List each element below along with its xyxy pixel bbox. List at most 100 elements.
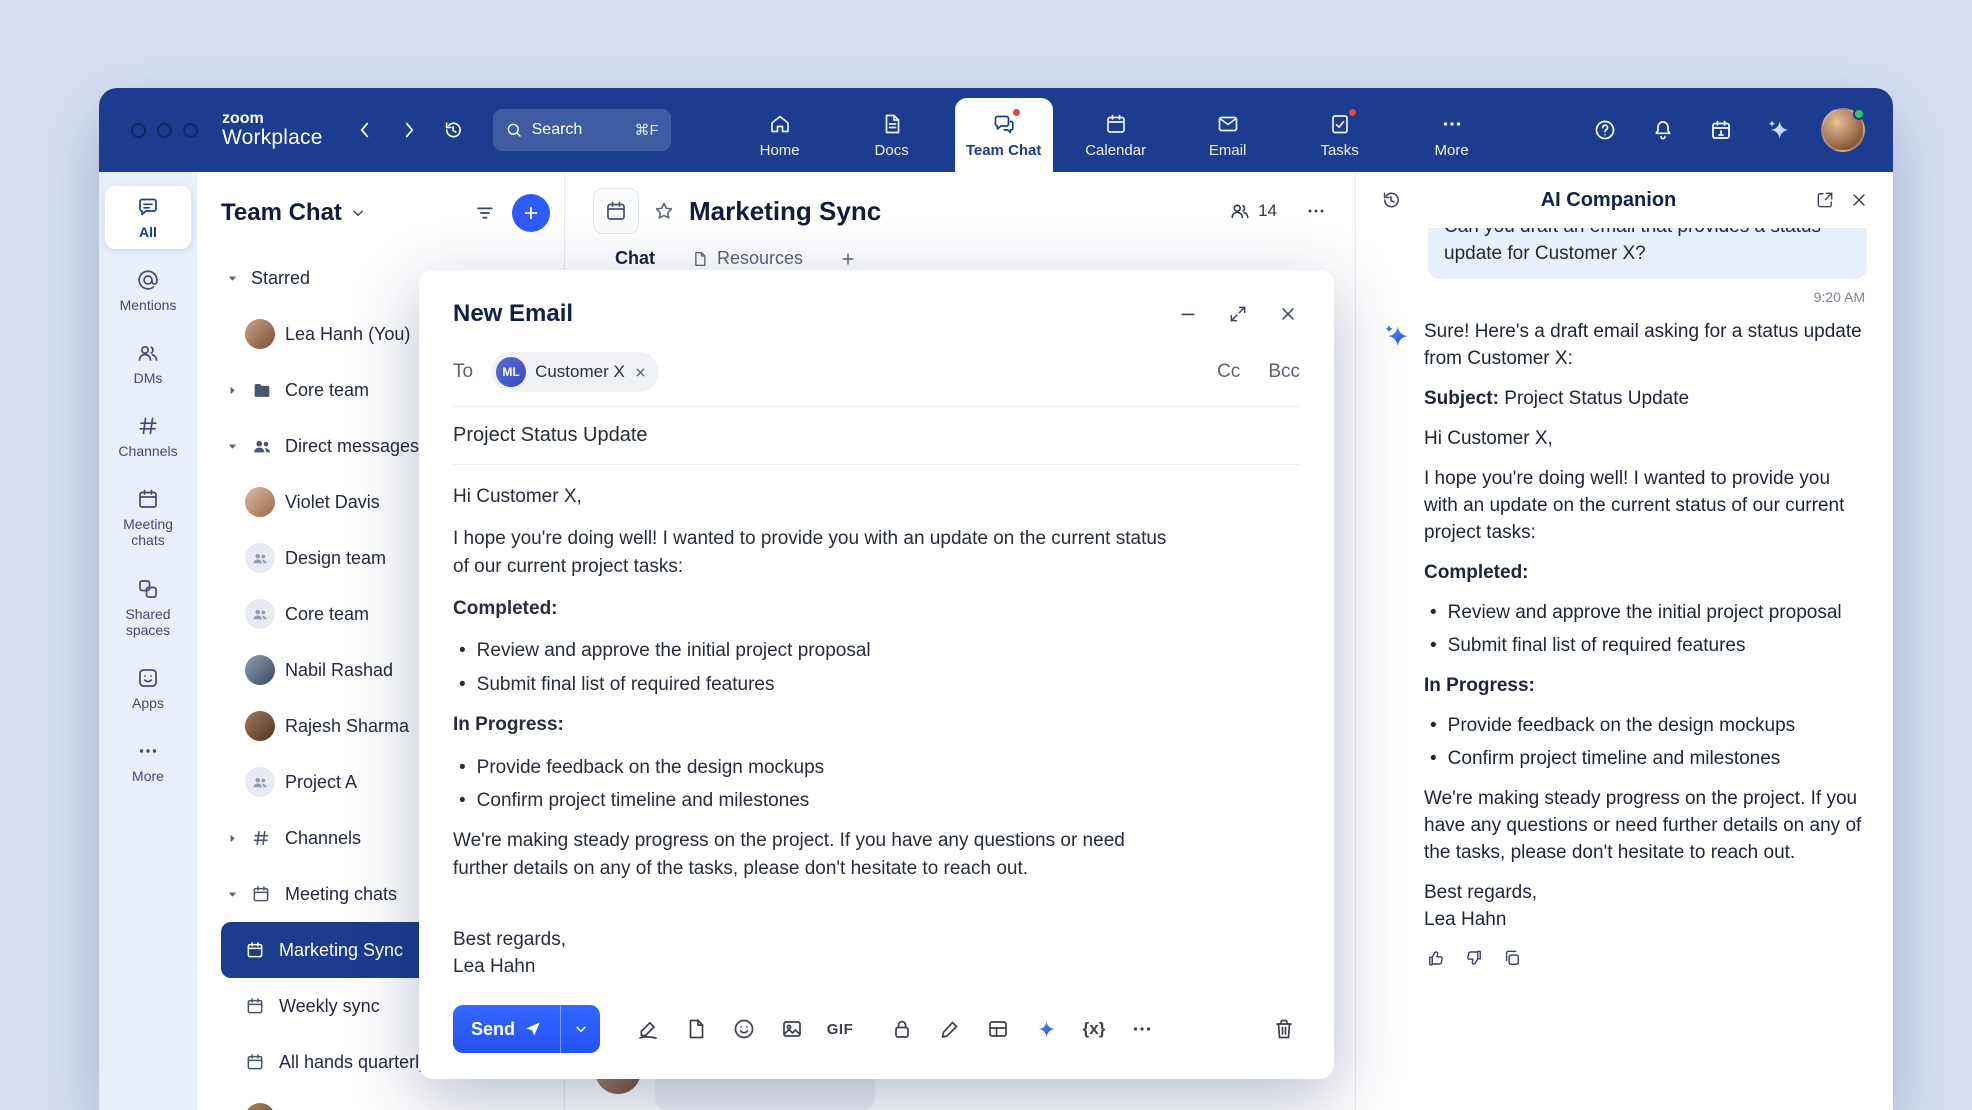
- encrypt-button[interactable]: [882, 1009, 922, 1049]
- panel-title-dropdown[interactable]: [350, 205, 366, 221]
- chat-row-lea-rajesh[interactable]: Lea/Rajesh 1:1: [221, 1090, 550, 1110]
- template-button[interactable]: [676, 1009, 716, 1049]
- ai-inprogress-heading: In Progress:: [1424, 673, 1867, 700]
- rail-item-shared-spaces[interactable]: Shared spaces: [105, 568, 191, 647]
- ai-history-button[interactable]: [1380, 189, 1402, 211]
- back-button[interactable]: [349, 114, 381, 146]
- layout-icon: [986, 1017, 1010, 1041]
- more-tools-button[interactable]: [1122, 1009, 1162, 1049]
- rail-item-dms[interactable]: DMs: [105, 332, 191, 395]
- nav-tasks[interactable]: Tasks: [1291, 98, 1389, 172]
- minimize-button[interactable]: [1178, 304, 1198, 324]
- plus-icon: [839, 250, 857, 268]
- close-email-button[interactable]: [1278, 304, 1298, 324]
- nav-email[interactable]: Email: [1179, 98, 1277, 172]
- help-button[interactable]: [1589, 114, 1621, 146]
- nav-home[interactable]: Home: [731, 98, 829, 172]
- rail-item-mentions[interactable]: Mentions: [105, 259, 191, 322]
- tab-add-button[interactable]: [839, 250, 857, 268]
- insert-image-button[interactable]: [772, 1009, 812, 1049]
- subject-field[interactable]: Project Status Update: [419, 407, 1334, 464]
- top-bar: zoom Workplace Search ⌘F Home Docs: [99, 88, 1893, 172]
- calendar-shortcut-button[interactable]: [1705, 114, 1737, 146]
- emoji-button[interactable]: [724, 1009, 764, 1049]
- forward-button[interactable]: [393, 114, 425, 146]
- cc-button[interactable]: Cc: [1217, 361, 1240, 383]
- gif-button[interactable]: GIF: [820, 1009, 860, 1049]
- signature-button[interactable]: [628, 1009, 668, 1049]
- rail-item-channels[interactable]: Channels: [105, 405, 191, 468]
- variables-button[interactable]: {x}: [1074, 1009, 1114, 1049]
- caret-down-icon[interactable]: [223, 272, 241, 285]
- send-options-button[interactable]: [560, 1005, 600, 1053]
- people-icon: [136, 341, 160, 365]
- discard-button[interactable]: [1264, 1009, 1304, 1049]
- ai-subject-line: Subject: Project Status Update: [1424, 386, 1867, 413]
- ai-close-button[interactable]: [1849, 190, 1869, 210]
- apps-icon: [136, 666, 160, 690]
- caret-right-icon[interactable]: [223, 832, 241, 845]
- main-navigation: Home Docs Team Chat Calendar Email: [731, 88, 1501, 172]
- tab-resources[interactable]: Resources: [691, 248, 803, 269]
- nav-more[interactable]: More: [1403, 98, 1501, 172]
- filter-button[interactable]: [474, 202, 496, 224]
- filter-icon: [474, 202, 496, 224]
- ai-companion-button[interactable]: [1763, 114, 1795, 146]
- layout-button[interactable]: [978, 1009, 1018, 1049]
- bullet-item: Confirm project timeline and milestones: [1430, 746, 1867, 773]
- nav-label: Tasks: [1320, 142, 1358, 159]
- search-input[interactable]: Search ⌘F: [493, 109, 671, 151]
- window-minimize-button[interactable]: [157, 123, 172, 138]
- user-avatar[interactable]: [1821, 108, 1865, 152]
- nav-docs[interactable]: Docs: [843, 98, 941, 172]
- ai-completed-list: Review and approve the initial project p…: [1430, 600, 1867, 660]
- signature-icon: [636, 1017, 660, 1041]
- ai-intro: Sure! Here's a draft email asking for a …: [1424, 319, 1867, 373]
- copy-icon: [1502, 948, 1522, 968]
- notifications-button[interactable]: [1647, 114, 1679, 146]
- plus-icon: [521, 203, 541, 223]
- history-button[interactable]: [437, 114, 469, 146]
- ai-popout-button[interactable]: [1815, 190, 1835, 210]
- recipient-chip[interactable]: ML Customer X: [491, 352, 659, 392]
- rail-item-more[interactable]: More: [105, 730, 191, 793]
- nav-team-chat[interactable]: Team Chat: [955, 98, 1053, 172]
- thumbs-down-button[interactable]: [1464, 948, 1484, 968]
- favorite-star-button[interactable]: [653, 200, 675, 222]
- window-close-button[interactable]: [131, 123, 146, 138]
- ai-body-intro: I hope you're doing well! I wanted to pr…: [1424, 466, 1867, 547]
- tab-chat[interactable]: Chat: [615, 248, 655, 269]
- expand-button[interactable]: [1228, 304, 1248, 324]
- rail-item-all[interactable]: All: [105, 186, 191, 249]
- bcc-button[interactable]: Bcc: [1268, 361, 1300, 383]
- recipient-avatar: ML: [496, 357, 526, 387]
- copy-button[interactable]: [1502, 948, 1522, 968]
- mention-at-icon: [136, 268, 160, 292]
- bullet-item: Review and approve the initial project p…: [459, 637, 1184, 664]
- panel-title: Team Chat: [221, 199, 342, 227]
- window-controls: [131, 123, 198, 138]
- nav-calendar[interactable]: Calendar: [1067, 98, 1165, 172]
- email-body-editor[interactable]: Hi Customer X, I hope you're doing well!…: [419, 465, 1334, 1005]
- ai-conversation[interactable]: Can you draft an email that provides a s…: [1356, 228, 1893, 1110]
- new-chat-button[interactable]: [512, 194, 550, 232]
- meeting-calendar-icon: [251, 884, 275, 904]
- remove-recipient-button[interactable]: [634, 366, 647, 379]
- rail-item-meeting-chats[interactable]: Meeting chats: [105, 478, 191, 557]
- send-button[interactable]: Send: [453, 1005, 560, 1053]
- window-zoom-button[interactable]: [183, 123, 198, 138]
- rail-item-apps[interactable]: Apps: [105, 657, 191, 720]
- caret-right-icon[interactable]: [223, 384, 241, 397]
- calendar-date-icon: [1709, 118, 1733, 142]
- markup-button[interactable]: [930, 1009, 970, 1049]
- ai-inprogress-list: Provide feedback on the design mockups C…: [1430, 713, 1867, 773]
- member-count[interactable]: 14: [1229, 200, 1277, 222]
- logo-workplace: Workplace: [222, 127, 323, 150]
- channel-tabs: Chat Resources: [593, 248, 1327, 269]
- to-field[interactable]: To ML Customer X Cc Bcc: [419, 338, 1334, 406]
- caret-down-icon[interactable]: [223, 888, 241, 901]
- ai-compose-button[interactable]: [1026, 1009, 1066, 1049]
- channel-more-button[interactable]: [1305, 200, 1327, 222]
- thumbs-up-button[interactable]: [1426, 948, 1446, 968]
- caret-down-icon[interactable]: [223, 440, 241, 453]
